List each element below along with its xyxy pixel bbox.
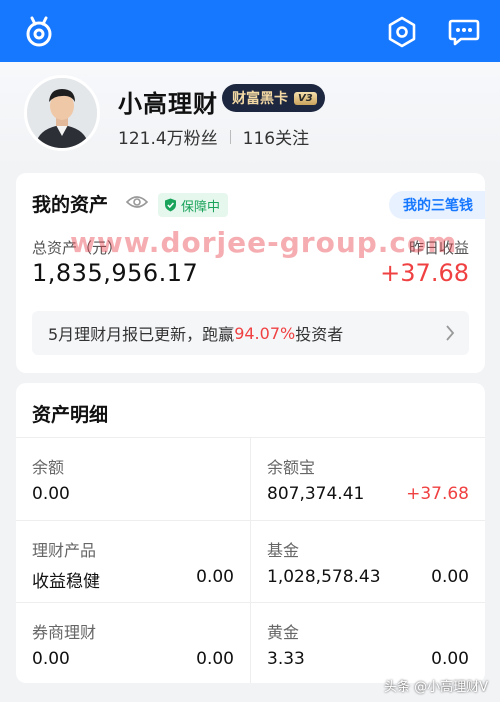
asset-item-value: 807,374.41 — [267, 484, 365, 504]
asset-item-value: 0.00 — [32, 649, 70, 669]
asset-item-value: 0.00 — [32, 484, 70, 504]
asset-item-wealth-products[interactable]: 理财产品 收益稳健 0.00 — [16, 521, 250, 603]
message-bubble-icon[interactable] — [447, 16, 481, 48]
avatar-portrait — [27, 78, 97, 148]
asset-item-earnings: 0.00 — [431, 649, 469, 669]
asset-detail-title: 资产明细 — [32, 404, 109, 426]
yesterday-earnings-value: +37.68 — [380, 259, 469, 287]
asset-item-name: 券商理财 — [32, 623, 97, 642]
asset-item-name: 基金 — [267, 541, 300, 560]
shield-check-icon — [165, 198, 176, 212]
asset-item-gold[interactable]: 黄金 3.33 0.00 — [251, 603, 485, 685]
asset-item-name: 理财产品 — [32, 541, 97, 560]
asset-item-balance[interactable]: 余额 0.00 — [16, 438, 250, 520]
fans-count[interactable]: 121.4万粉丝 — [118, 124, 218, 149]
asset-item-broker-wealth[interactable]: 券商理财 0.00 0.00 — [16, 603, 250, 685]
top-bar — [0, 0, 500, 62]
vip-level: V3 — [294, 91, 317, 105]
asset-item-name: 余额 — [32, 458, 65, 477]
nickname: 小高理财 — [118, 90, 218, 118]
three-cards-link[interactable]: 我的三笔钱 — [389, 191, 485, 219]
stats-divider — [229, 129, 231, 144]
report-prefix: 5月理财月报已更新，跑赢 — [48, 325, 235, 344]
total-assets-label: 总资产（元） — [32, 239, 123, 257]
asset-item-earnings: +37.68 — [406, 484, 469, 504]
report-suffix: 投资者 — [295, 325, 344, 344]
monthly-report-banner[interactable]: 5月理财月报已更新，跑赢 94.07% 投资者 — [32, 311, 469, 355]
chevron-right-icon — [446, 325, 455, 341]
profile-header: 小高理财 财富黑卡 V3 121.4万粉丝 116关注 — [0, 62, 500, 170]
yesterday-earnings-label: 昨日收益 — [408, 239, 469, 257]
app-logo-icon[interactable] — [22, 14, 56, 48]
my-assets-card: 我的资产 保障中 我的三笔钱 总资产（元） 1,835,956.17 昨日收益 … — [16, 173, 485, 373]
protect-badge[interactable]: 保障中 — [158, 193, 229, 217]
vip-badge-label: 财富黑卡 — [232, 91, 288, 107]
asset-item-value: 3.33 — [267, 649, 305, 669]
avatar[interactable] — [24, 75, 100, 151]
asset-item-value: 1,028,578.43 — [267, 567, 381, 587]
asset-item-value: 收益稳健 — [32, 572, 100, 592]
vip-badge[interactable]: 财富黑卡 V3 — [222, 84, 325, 112]
following-count[interactable]: 116关注 — [243, 124, 309, 149]
social-stats: 121.4万粉丝 116关注 — [118, 124, 309, 149]
hexagon-settings-icon[interactable] — [385, 15, 419, 49]
total-assets-value: 1,835,956.17 — [32, 259, 199, 287]
asset-item-fund[interactable]: 基金 1,028,578.43 0.00 — [251, 521, 485, 603]
asset-item-earnings: 0.00 — [431, 567, 469, 587]
asset-item-yuebao[interactable]: 余额宝 807,374.41 +37.68 — [251, 438, 485, 520]
asset-item-earnings: 0.00 — [196, 567, 234, 587]
asset-item-name: 黄金 — [267, 623, 300, 642]
asset-detail-card: 资产明细 余额 0.00 余额宝 807,374.41 +37.68 理财产品 … — [16, 383, 485, 683]
report-highlight: 94.07% — [234, 323, 296, 343]
protect-badge-label: 保障中 — [181, 199, 221, 215]
assets-title: 我的资产 — [32, 194, 109, 216]
asset-item-name: 余额宝 — [267, 458, 316, 477]
eye-icon[interactable] — [126, 192, 148, 212]
asset-item-earnings: 0.00 — [196, 649, 234, 669]
